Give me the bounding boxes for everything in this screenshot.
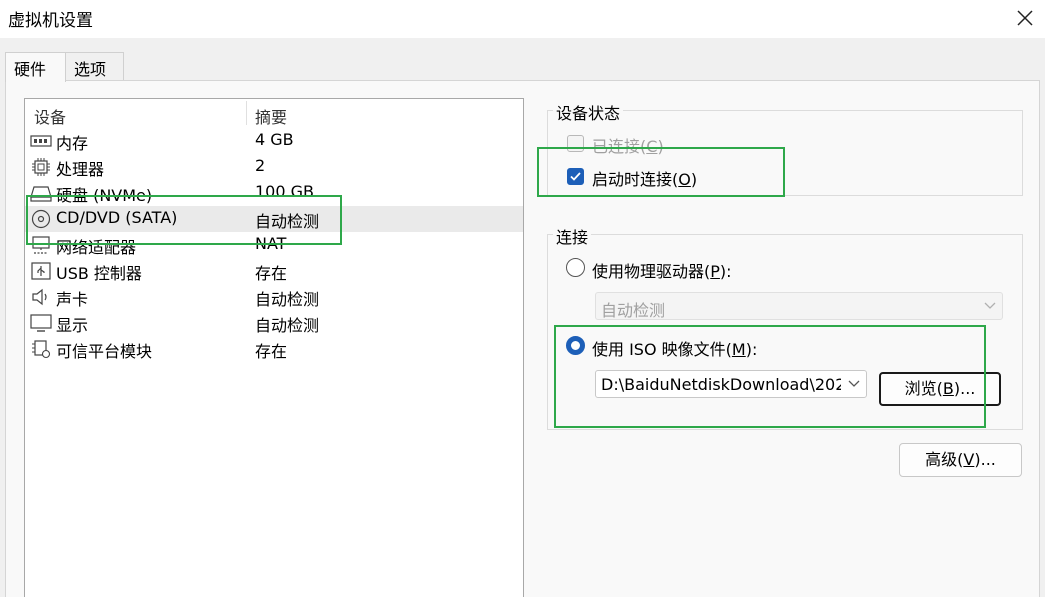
cd-dvd-icon: [31, 209, 51, 229]
device-summary: 自动检测: [255, 290, 320, 309]
memory-icon: [30, 135, 52, 147]
monitor-icon: [30, 314, 52, 332]
device-summary: 2: [255, 156, 266, 175]
device-row-sound-card[interactable]: 声卡 自动检测: [25, 284, 523, 310]
device-name: 声卡: [56, 290, 89, 309]
device-summary: 自动检测: [255, 316, 320, 335]
hard-disk-icon: [30, 186, 52, 202]
device-row-processor[interactable]: 处理器 2: [25, 154, 523, 180]
device-name: USB 控制器: [56, 264, 142, 283]
connected-checkbox[interactable]: [567, 135, 584, 152]
tab-options[interactable]: 选项: [65, 52, 124, 81]
device-summary: NAT: [255, 234, 287, 253]
device-name: 内存: [56, 134, 89, 153]
window-title: 虚拟机设置: [8, 11, 93, 31]
use-physical-drive-label: 使用物理驱动器(P):: [592, 262, 732, 281]
title-bar: 虚拟机设置: [0, 0, 1045, 38]
device-name: 可信平台模块: [56, 342, 153, 361]
tab-hardware-label: 硬件: [14, 60, 47, 79]
device-name: 显示: [56, 316, 89, 335]
connection-title: 连接: [553, 224, 592, 248]
device-name: 处理器: [56, 160, 105, 179]
connect-at-power-on-checkbox[interactable]: [567, 168, 584, 185]
device-status-title: 设备状态: [553, 100, 624, 124]
device-row-usb-controller[interactable]: USB 控制器 存在: [25, 258, 523, 284]
device-list[interactable]: 设备 摘要 内存 4 GB 处理器 2 硬盘 (NVMe) 100 GB CD/…: [24, 98, 524, 597]
usb-icon: [31, 262, 51, 280]
advanced-button[interactable]: 高级(V)...: [899, 443, 1022, 477]
device-row-hard-disk[interactable]: 硬盘 (NVMe) 100 GB: [25, 180, 523, 206]
column-header-summary[interactable]: 摘要: [255, 104, 287, 128]
device-summary: 存在: [255, 264, 288, 283]
close-icon: [1017, 10, 1033, 26]
device-row-tpm[interactable]: 可信平台模块 存在: [25, 336, 523, 362]
cpu-icon: [32, 158, 50, 176]
network-adapter-icon: [32, 236, 50, 254]
iso-path-combo[interactable]: D:\BaiduNetdiskDownload\2024: [595, 370, 867, 398]
tab-hardware[interactable]: 硬件: [5, 52, 66, 82]
physical-drive-value: 自动检测: [601, 301, 666, 320]
device-row-network-adapter[interactable]: 网络适配器 NAT: [25, 232, 523, 258]
column-header-device[interactable]: 设备: [34, 104, 66, 128]
checkmark-icon: [570, 172, 581, 181]
use-iso-image-radio[interactable]: [566, 336, 585, 355]
chevron-down-icon: [848, 380, 860, 387]
device-name: 网络适配器: [56, 238, 137, 257]
column-divider[interactable]: [246, 101, 247, 125]
tab-options-label: 选项: [74, 60, 107, 79]
chevron-down-icon: [984, 302, 996, 309]
device-row-display[interactable]: 显示 自动检测: [25, 310, 523, 336]
device-summary: 4 GB: [255, 130, 294, 149]
physical-drive-select[interactable]: 自动检测: [595, 292, 1003, 320]
device-row-cd-dvd[interactable]: CD/DVD (SATA) 自动检测: [25, 206, 523, 232]
speaker-icon: [32, 288, 47, 306]
device-name: 硬盘 (NVMe): [56, 186, 153, 205]
device-name: CD/DVD (SATA): [56, 208, 178, 227]
list-header: 设备 摘要: [25, 99, 523, 127]
browse-button[interactable]: 浏览(B)...: [879, 372, 1001, 406]
device-row-memory[interactable]: 内存 4 GB: [25, 128, 523, 154]
use-physical-drive-radio[interactable]: [566, 258, 585, 277]
connected-label: 已连接(C): [592, 137, 664, 156]
connect-at-power-on-label: 启动时连接(O): [592, 170, 698, 189]
device-summary: 自动检测: [255, 212, 320, 231]
device-summary: 存在: [255, 342, 288, 361]
iso-path-value: D:\BaiduNetdiskDownload\2024: [601, 375, 841, 394]
device-summary: 100 GB: [255, 182, 314, 201]
tpm-icon: [32, 340, 51, 359]
use-iso-image-label: 使用 ISO 映像文件(M):: [592, 340, 758, 359]
close-button[interactable]: [1013, 6, 1037, 30]
